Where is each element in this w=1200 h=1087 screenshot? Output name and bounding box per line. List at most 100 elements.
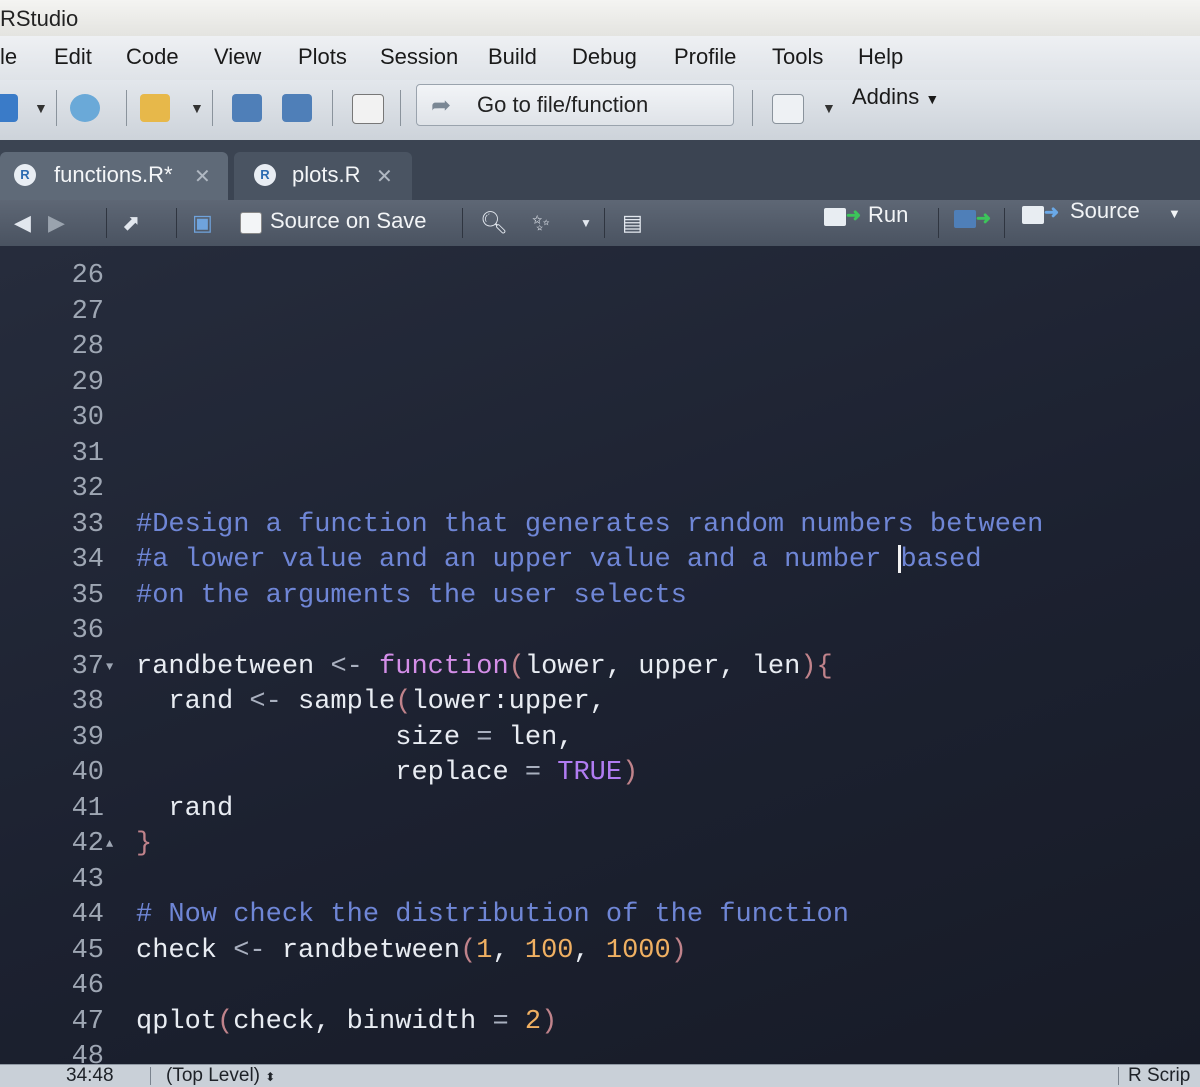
code-line[interactable]: 46 — [0, 968, 1200, 1004]
line-number: 45 — [71, 935, 104, 966]
code-line[interactable]: 37 ▼ randbetween <- function(lower, upper,… — [0, 649, 1200, 685]
goto-arrow-icon: ➦ — [431, 92, 452, 119]
line-number: 40 — [71, 758, 104, 788]
tab-plots-r[interactable]: R plots.R ✕ — [234, 152, 412, 200]
code-line[interactable]: 41 rand — [0, 791, 1200, 827]
toolbar-divider — [176, 208, 177, 238]
code-line[interactable]: 38 rand <- sample(lower:upper, — [0, 684, 1200, 720]
chevron-down-icon: ▼ — [925, 91, 940, 107]
code-line[interactable]: 39 size = len, — [0, 720, 1200, 756]
show-in-window-icon[interactable]: ⬈ — [122, 210, 140, 236]
chevron-down-icon[interactable]: ▼ — [580, 216, 592, 230]
source-label: Source — [1070, 198, 1140, 223]
code-line[interactable]: 35 #on the arguments the user selects — [0, 578, 1200, 614]
code-text: #a lower value and an upper value and a … — [136, 542, 982, 578]
code-line[interactable]: 31 — [0, 436, 1200, 472]
addins-label: Addins — [852, 84, 920, 109]
code-token: #a lower value and an upper value and a … — [136, 545, 898, 575]
line-number: 39 — [71, 722, 104, 753]
toolbar-divider — [56, 90, 57, 126]
search-icon[interactable]: 🔍︎ — [480, 210, 508, 236]
new-file-icon[interactable] — [0, 94, 18, 122]
code-text: } — [136, 826, 152, 862]
code-line[interactable]: 40 replace = TRUE) — [0, 755, 1200, 791]
grid-layout-icon[interactable] — [772, 94, 804, 124]
new-project-icon[interactable] — [70, 94, 100, 122]
menu-plots[interactable]: Plots — [298, 44, 347, 70]
code-line[interactable]: 34 #a lower value and an upper value and … — [0, 542, 1200, 578]
code-line[interactable]: 30 — [0, 400, 1200, 436]
status-divider — [150, 1067, 151, 1085]
code-line[interactable]: 45 check <- randbetween(1, 100, 1000) — [0, 933, 1200, 969]
forward-arrow-icon[interactable]: ▶ — [48, 210, 65, 236]
line-number: 29 — [71, 367, 104, 398]
code-line[interactable]: 42 ▲} — [0, 826, 1200, 862]
code-line[interactable]: 26 — [0, 258, 1200, 294]
close-icon[interactable]: ✕ — [194, 164, 211, 189]
tab-functions-r[interactable]: R functions.R* ✕ — [0, 152, 228, 200]
goto-file-function-input[interactable]: ➦ Go to file/function — [416, 84, 734, 126]
code-line[interactable]: 28 — [0, 329, 1200, 365]
code-line[interactable]: 33 #Design a function that generates rand… — [0, 507, 1200, 543]
menu-view[interactable]: View — [214, 44, 261, 70]
chevron-down-icon[interactable]: ▼ — [34, 100, 48, 116]
fold-open-icon[interactable]: ▼ — [106, 649, 113, 685]
save-all-icon[interactable] — [282, 94, 312, 122]
code-line[interactable]: 32 — [0, 471, 1200, 507]
line-number: 44 — [71, 900, 104, 930]
code-line[interactable]: 43 — [0, 862, 1200, 898]
menu-session[interactable]: Session — [380, 44, 458, 70]
code-token: 1 — [476, 935, 493, 966]
code-line[interactable]: 44 # Now check the distribution of the fu… — [0, 897, 1200, 933]
print-icon[interactable] — [352, 94, 384, 124]
source-on-save-checkbox[interactable] — [240, 212, 262, 234]
back-arrow-icon[interactable]: ◀ — [14, 210, 31, 236]
code-token: ) — [622, 758, 639, 788]
rerun-icon — [954, 210, 976, 228]
open-folder-icon[interactable] — [140, 94, 170, 122]
chevron-updown-icon: ⬍ — [265, 1070, 276, 1084]
scope-selector[interactable]: (Top Level) ⬍ — [166, 1065, 275, 1087]
code-token: #on the arguments the user selects — [136, 580, 687, 611]
menu-code[interactable]: Code — [126, 44, 179, 70]
green-arrow-icon: ➜ — [976, 208, 992, 228]
code-line[interactable]: 47 qplot(check, binwidth = 2) — [0, 1004, 1200, 1040]
menu-profile[interactable]: Profile — [674, 44, 736, 70]
menu-edit[interactable]: Edit — [54, 44, 92, 70]
code-line[interactable]: 29 — [0, 365, 1200, 401]
r-file-icon: R — [254, 164, 276, 186]
file-type-label[interactable]: R Scrip — [1128, 1065, 1190, 1087]
addins-menu[interactable]: Addins ▼ — [852, 84, 939, 110]
arrow-icon: ➜ — [1044, 202, 1060, 222]
save-icon[interactable] — [232, 94, 262, 122]
line-number: 26 — [71, 261, 104, 291]
code-token: replace — [136, 758, 525, 788]
code-line[interactable]: 27 — [0, 294, 1200, 330]
code-line[interactable]: 36 — [0, 613, 1200, 649]
fold-close-icon[interactable]: ▲ — [106, 826, 113, 862]
code-token: = — [492, 1006, 509, 1037]
rerun-button[interactable]: ➜ — [954, 206, 998, 234]
magic-wand-icon[interactable]: ✨︎ — [532, 210, 550, 236]
menu-debug[interactable]: Debug — [572, 44, 637, 70]
code-text: #on the arguments the user selects — [136, 578, 687, 614]
code-editor[interactable]: 26 27 28 29 30 31 32 33 #Design a function that … — [0, 246, 1200, 1072]
code-text: replace = TRUE) — [136, 755, 638, 791]
chevron-down-icon[interactable]: ▼ — [190, 100, 204, 116]
code-token: qplot — [136, 1006, 218, 1037]
menu-tools[interactable]: Tools — [772, 44, 823, 70]
code-token: check, binwidth — [233, 1006, 493, 1037]
save-icon[interactable]: ▣ — [192, 210, 213, 236]
menu-build[interactable]: Build — [488, 44, 537, 70]
compile-report-icon[interactable]: ▤ — [622, 210, 643, 236]
goto-placeholder: Go to file/function — [477, 92, 649, 117]
menu-help[interactable]: Help — [858, 44, 903, 70]
close-icon[interactable]: ✕ — [376, 164, 393, 189]
code-token: rand — [136, 793, 234, 824]
code-token: , — [492, 935, 525, 966]
chevron-down-icon[interactable]: ▼ — [822, 100, 836, 116]
code-text: #Design a function that generates random… — [136, 507, 1043, 543]
code-token: rand — [136, 687, 250, 717]
menu-file[interactable]: le — [0, 44, 17, 70]
